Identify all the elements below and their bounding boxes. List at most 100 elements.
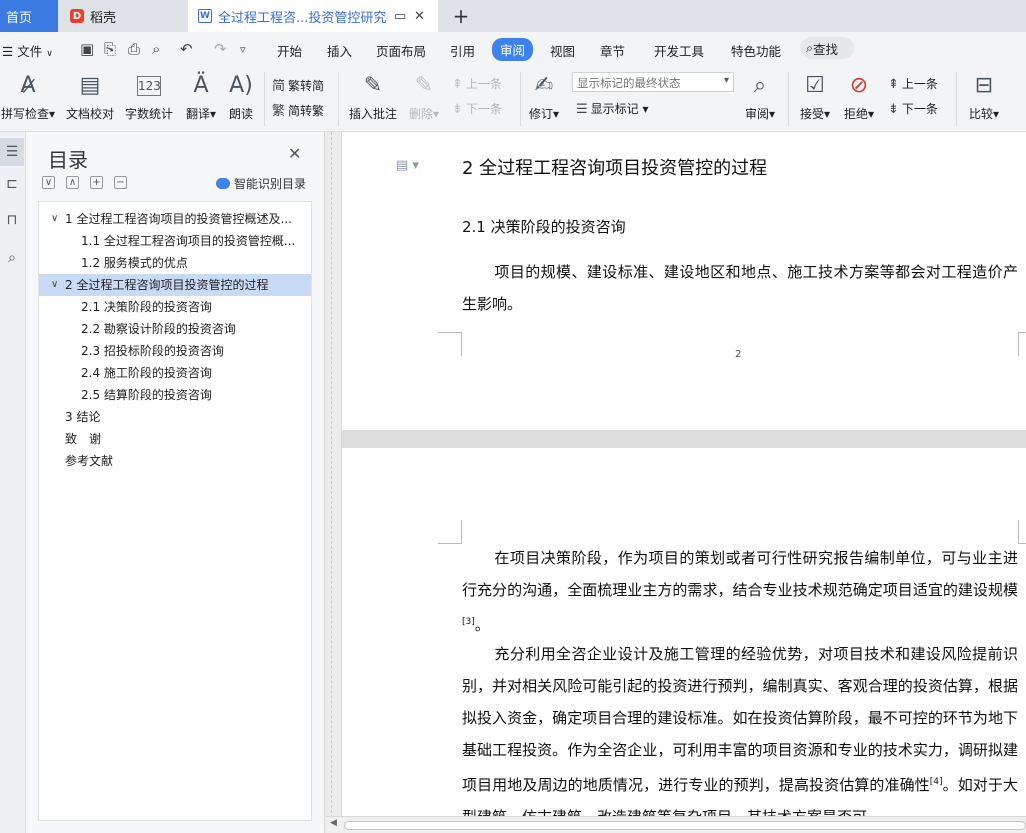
simp-convert-icon: 繁 [272, 104, 286, 119]
toc-item[interactable]: 2.1 决策阶段的投资咨询 [39, 296, 311, 318]
smart-toc-icon [216, 178, 230, 189]
toc-item[interactable]: 2.3 招投标阶段的投资咨询 [39, 340, 311, 362]
menu-page-layout[interactable]: 页面布局 [376, 41, 426, 60]
toc-item[interactable]: 2.4 施工阶段的投资咨询 [39, 362, 311, 384]
tab-home[interactable]: 首页 [0, 0, 58, 32]
new-tab-button[interactable]: + [446, 0, 476, 32]
remove-heading-icon[interactable]: − [114, 176, 127, 189]
menu-file[interactable]: ☰ 文件 ∨ [2, 41, 53, 60]
expand-all-icon[interactable]: ∨ [42, 176, 55, 189]
chevron-down-icon: ∨ [51, 279, 59, 290]
collapse-all-icon[interactable]: ∧ [66, 176, 79, 189]
menu-dev-tools[interactable]: 开发工具 [654, 41, 704, 60]
left-nav-strip: ☰ ⊏ ⊓ ⌕ [0, 132, 26, 833]
toc-panel-icon[interactable]: ☰ [0, 138, 24, 166]
smart-toc-button[interactable]: 智能识别目录 [216, 175, 306, 192]
float-window-icon[interactable]: ▭ [394, 9, 406, 24]
insert-comment-button[interactable]: ✎ 插入批注 [346, 72, 400, 122]
page-number: 2 [735, 349, 742, 360]
redo-icon[interactable]: ↷ [214, 40, 227, 58]
show-markup-icon: ☰ [576, 102, 588, 117]
delete-comment-button[interactable]: ✎ 删除▾ [404, 72, 444, 122]
paragraph-handle-icon[interactable]: ▤ ▾ [396, 158, 419, 173]
to-traditional-button[interactable]: 简繁转简 [272, 75, 324, 94]
menu-insert[interactable]: 插入 [327, 41, 352, 60]
markup-state-select[interactable]: 显示标记的最终状态 ▾ [572, 72, 734, 92]
document-area[interactable]: ▤ ▾ 2 全过程工程咨询项目投资管控的过程 2.1 决策阶段的投资咨询 项目的… [342, 132, 1026, 833]
menu-review[interactable]: 审阅 [492, 38, 534, 61]
menu-view[interactable]: 视图 [550, 41, 575, 60]
citation-ref[interactable]: [3] [462, 617, 475, 627]
toc-item[interactable]: ∨ 1 全过程工程咨询项目的投资管控概述及... [39, 208, 311, 230]
horizontal-scrollbar[interactable]: ◀ [326, 816, 1026, 833]
ribbon-divider [956, 72, 957, 126]
doc-check-button[interactable]: ▤ 文档校对 [64, 72, 116, 122]
toc-item-selected[interactable]: ∨ 2 全过程工程咨询项目投资管控的过程 [39, 274, 311, 296]
next-comment-button[interactable]: ⇟ 下一条 [452, 100, 502, 117]
translate-icon: Ä [193, 73, 209, 98]
toc-item[interactable]: 1.2 服务模式的优点 [39, 252, 311, 274]
toc-item[interactable]: 1.1 全过程工程咨询项目的投资管控概... [39, 230, 311, 252]
save-icon[interactable]: ▣ [80, 40, 94, 58]
toc-item[interactable]: 参考文献 [39, 450, 311, 472]
tab-document[interactable]: W 全过程工程咨...投资管控研究 ▭ ✕ [188, 0, 438, 32]
scrollbar-thumb[interactable] [344, 821, 1026, 830]
paragraph: 在项目决策阶段，作为项目的策划或者可行性研究报告编制单位，可与业主进行充分的沟通… [462, 549, 1018, 634]
search-button[interactable]: ⌕ 查找 [800, 37, 854, 59]
word-count-button[interactable]: 123 字数统计 [123, 72, 175, 122]
print-icon[interactable]: ⎙ [128, 40, 140, 58]
track-changes-button[interactable]: ✍ 修订▾ [526, 72, 562, 122]
toc-item[interactable]: 致 谢 [39, 428, 311, 450]
find-icon[interactable]: ⌕ [0, 244, 24, 272]
doc-check-icon: ▤ [79, 73, 101, 98]
show-markup-button[interactable]: ☰ 显示标记 ▾ [576, 100, 649, 117]
spell-check-icon: A̷ [20, 73, 36, 98]
next-comment-icon: ⇟ [452, 102, 463, 117]
review-pane-button[interactable]: ⌕ 审阅▾ [740, 72, 780, 122]
tab-document-label: 全过程工程咨...投资管控研究 [218, 10, 387, 26]
close-tab-icon[interactable]: ✕ [414, 9, 425, 24]
bookmark-icon[interactable]: ⊓ [0, 206, 24, 234]
customize-toolbar-icon[interactable]: ▿ [240, 43, 246, 56]
read-aloud-button[interactable]: A) 朗读 [226, 72, 256, 122]
ribbon-divider [338, 72, 339, 126]
search-icon: ⌕ [806, 40, 814, 55]
reject-icon: ⊘ [849, 73, 869, 98]
scroll-left-icon[interactable]: ◀ [330, 818, 337, 828]
next-change-button[interactable]: ⇟ 下一条 [888, 100, 938, 117]
translate-button[interactable]: Ä 翻译▾ [182, 72, 220, 122]
prev-comment-button[interactable]: ⇞ 上一条 [452, 75, 502, 92]
menu-references[interactable]: 引用 [450, 41, 475, 60]
menu-special[interactable]: 特色功能 [731, 41, 781, 60]
tab-daoke-label: 稻壳 [90, 10, 117, 26]
splitter-grip [331, 132, 335, 833]
toc-item[interactable]: 2.2 勘察设计阶段的投资咨询 [39, 318, 311, 340]
add-heading-icon[interactable]: + [90, 176, 103, 189]
chapter-nav-icon[interactable]: ⊏ [0, 170, 24, 198]
reject-button[interactable]: ⊘ 拒绝▾ [840, 72, 878, 122]
prev-change-button[interactable]: ⇞ 上一条 [888, 75, 938, 92]
tab-home-label: 首页 [6, 10, 33, 26]
panel-splitter[interactable] [324, 132, 342, 833]
toc-item[interactable]: 2.5 结算阶段的投资咨询 [39, 384, 311, 406]
daoke-logo-icon: D [70, 9, 84, 23]
writer-doc-icon: W [198, 9, 212, 23]
menu-chapter[interactable]: 章节 [600, 41, 625, 60]
citation-ref[interactable]: [4] [930, 777, 943, 787]
toc-item[interactable]: 3 结论 [39, 406, 311, 428]
close-toc-icon[interactable]: ✕ [288, 144, 301, 163]
export-icon[interactable]: ⎘ [104, 40, 116, 58]
review-ribbon: A̷ 拼写检查▾ ▤ 文档校对 123 字数统计 Ä 翻译▾ A) 朗读 简繁转简 繁简转… [0, 66, 1026, 132]
paragraph: 项目的规模、建设标准、建设地区和地点、施工技术方案等都会对工程造价产生影响。 [462, 263, 1018, 313]
undo-icon[interactable]: ↶ [180, 40, 193, 58]
accept-button[interactable]: ☑ 接受▾ [796, 72, 834, 122]
tab-daoke[interactable]: D 稻壳 [58, 0, 186, 32]
to-simplified-button[interactable]: 繁简转繁 [272, 100, 324, 119]
spell-check-button[interactable]: A̷ 拼写检查▾ [0, 72, 56, 122]
menu-start[interactable]: 开始 [277, 41, 302, 60]
prev-comment-icon: ⇞ [452, 77, 463, 92]
print-preview-icon[interactable]: ⌕ [152, 40, 160, 58]
track-changes-icon: ✍ [534, 73, 554, 98]
page-margin-corner [438, 520, 462, 544]
compare-button[interactable]: ⊟ 比较▾ [964, 72, 1004, 122]
